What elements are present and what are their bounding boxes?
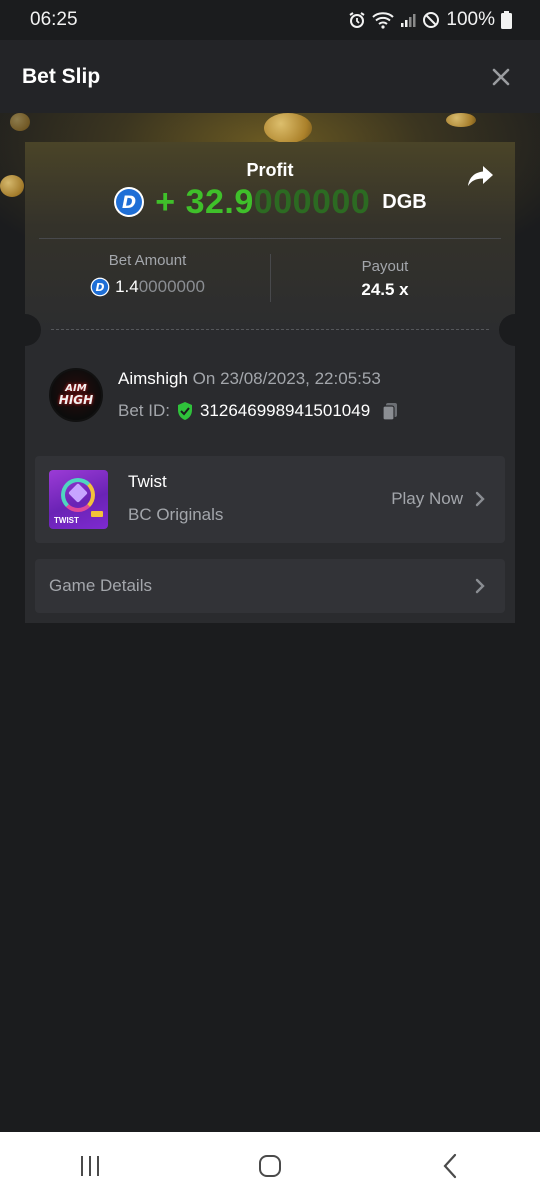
profit-label: Profit [246,160,294,180]
bet-amount-value: 1.40000000 [115,277,205,297]
dgb-coin-icon: D [90,277,110,297]
on-label: On [192,369,216,388]
back-button[interactable] [420,1136,480,1196]
bet-amount-main: 1.4 [115,277,139,296]
avatar-logo-line: HIGH [58,392,94,407]
bet-amount-label: Bet Amount [108,252,187,269]
page-title: Bet Slip [22,64,101,88]
profit-value-trailing: 000000 [253,182,371,221]
close-icon [492,68,510,85]
game-thumbnail: TWIST [49,470,108,529]
share-icon [468,166,493,186]
bet-id-value: 312646998941501049 [199,401,371,420]
bet-datetime: 23/08/2023, 22:05:53 [220,369,381,388]
username[interactable]: Aimshigh [118,369,188,388]
header: Bet Slip [0,40,540,113]
home-icon [259,1155,281,1177]
avatar[interactable]: AIM HIGH [49,368,103,422]
play-now-label: Play Now [391,489,463,508]
recent-apps-icon [81,1156,99,1176]
game-thumb-label: TWIST [54,516,79,525]
game-row[interactable]: TWIST Twist BC Originals Play Now [35,456,505,543]
alarm-icon [349,12,365,28]
back-icon [443,1153,457,1179]
signal-icon [401,14,416,27]
payout-value: 24.5 x [361,280,409,299]
profit-sign: + [155,182,186,221]
user-line: Aimshigh On 23/08/2023, 22:05:53 [118,369,381,389]
coin-decoration [264,113,312,143]
coin-decoration [10,113,30,131]
copy-icon[interactable] [380,401,400,421]
bet-amount-row: D 1.40000000 [25,277,270,297]
bet-slip-card: Profit D + 32.9000000 DGB Bet Amount D 1… [25,142,515,623]
coin-decoration [446,113,476,127]
chevron-right-icon [475,578,485,594]
game-details-label: Game Details [49,576,152,595]
avatar-logo-line: AIM [65,382,87,394]
shield-check-icon [177,402,192,420]
svg-text:D: D [96,281,105,294]
coin-decoration [0,175,24,197]
divider [39,238,501,239]
badge-graphic [91,511,103,517]
dashed-divider [51,329,489,330]
bet-amount-trailing: 0000000 [138,277,205,296]
battery-icon [501,11,512,29]
dgb-coin-icon: D [114,187,145,217]
play-now-button[interactable]: Play Now [391,489,485,509]
profit-value-main: 32.9 [185,182,254,221]
svg-text:D: D [122,193,136,213]
recent-apps-button[interactable] [60,1136,120,1196]
bet-amount-block: Bet Amount D 1.40000000 [25,252,270,297]
game-name: Twist [128,472,167,491]
status-bar: 06:25 100% [0,0,540,40]
bet-id-line: Bet ID: 312646998941501049 [118,401,400,421]
wifi-icon [372,12,395,29]
home-button[interactable] [240,1136,300,1196]
profit-currency: DGB [382,190,427,213]
status-icons: 100% [348,9,512,31]
chevron-right-icon [475,491,485,507]
battery-percent: 100% [446,9,495,30]
share-button[interactable] [467,164,495,188]
system-nav-bar [0,1132,540,1200]
do-not-disturb-icon [423,12,440,28]
avatar-logo: AIM HIGH [58,382,94,407]
payout-block: Payout 24.5 x [270,258,500,300]
profit-row: D + 32.9000000 DGB [25,182,515,222]
game-provider: BC Originals [128,505,224,524]
profit-value: + 32.9000000 [155,183,370,222]
game-details-row[interactable]: Game Details [35,559,505,613]
status-time: 06:25 [30,9,78,30]
bet-id-label: Bet ID: [118,401,170,420]
close-button[interactable] [488,64,514,90]
payout-label: Payout [361,258,409,275]
